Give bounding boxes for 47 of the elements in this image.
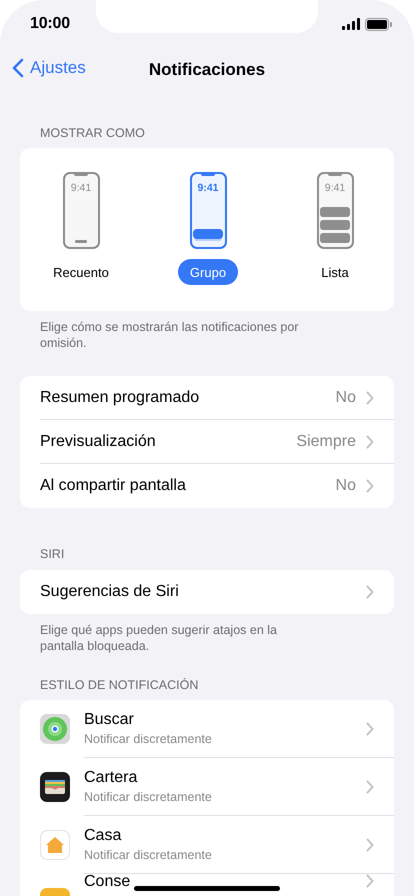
settings-row[interactable]: Sugerencias de Siri [40, 570, 394, 614]
chevron-right-icon [366, 434, 374, 448]
app-name: Conse [84, 874, 130, 890]
chevron-left-icon [12, 58, 24, 78]
option-label[interactable]: Recuento [41, 259, 121, 285]
section-header: ESTILO DE NOTIFICACIÓN [39, 677, 200, 694]
notification-stack-icon [193, 229, 223, 239]
chevron-right-icon [366, 479, 374, 493]
back-button[interactable]: Ajustes [12, 58, 86, 78]
phone-preview[interactable]: 9:41 [190, 172, 226, 249]
option-label[interactable]: Grupo [178, 259, 238, 285]
app-row[interactable]: Buscar Notificar discretamente [84, 700, 394, 758]
chevron-right-icon [366, 585, 374, 599]
app-subtitle: Notificar discretamente [84, 848, 212, 862]
section-footer: Elige qué apps pueden sugerir atajos en la pantalla bloqueada. [0, 614, 355, 654]
house-app-icon [40, 830, 70, 860]
chevron-right-icon [366, 874, 374, 888]
wallet-app-icon [40, 772, 70, 802]
signal-icon [342, 18, 360, 30]
chevron-right-icon [366, 780, 374, 794]
section-header: MOSTRAR COMO [39, 125, 146, 142]
preview-time: 9:41 [324, 182, 346, 194]
chevron-right-icon [366, 390, 374, 404]
settings-row[interactable]: Resumen programado No [40, 376, 394, 420]
status-time: 10:00 [30, 15, 70, 33]
app-row[interactable]: Casa Notificar discretamente [84, 816, 394, 874]
settings-row[interactable]: Previsualización Siempre [40, 420, 394, 464]
home-indicator-icon [75, 240, 87, 243]
app-name: Casa [84, 827, 122, 845]
battery-icon [365, 18, 392, 30]
app-subtitle: Notificar discretamente [84, 732, 212, 746]
app-name: Buscar [84, 711, 134, 729]
section-footer: Elige cómo se mostrarán las notificaciones por omisión. [0, 311, 355, 351]
radar-app-icon [40, 714, 70, 744]
page-title: Notificaciones [148, 60, 266, 80]
app-row[interactable]: Cartera Notificar discretamente [84, 758, 394, 816]
preview-time: 9:41 [70, 182, 92, 194]
preview-time: 9:41 [197, 182, 218, 194]
settings-row[interactable]: Al compartir pantalla No [40, 464, 394, 508]
app-name: Cartera [84, 769, 138, 787]
notification-list-icon [320, 207, 350, 243]
section-header: SIRI [39, 546, 66, 563]
option-label[interactable]: Lista [309, 259, 361, 285]
chevron-right-icon [366, 722, 374, 736]
chevron-right-icon [366, 838, 374, 852]
app-subtitle: Notificar discretamente [84, 790, 212, 804]
app-row[interactable]: Conse [84, 874, 394, 896]
